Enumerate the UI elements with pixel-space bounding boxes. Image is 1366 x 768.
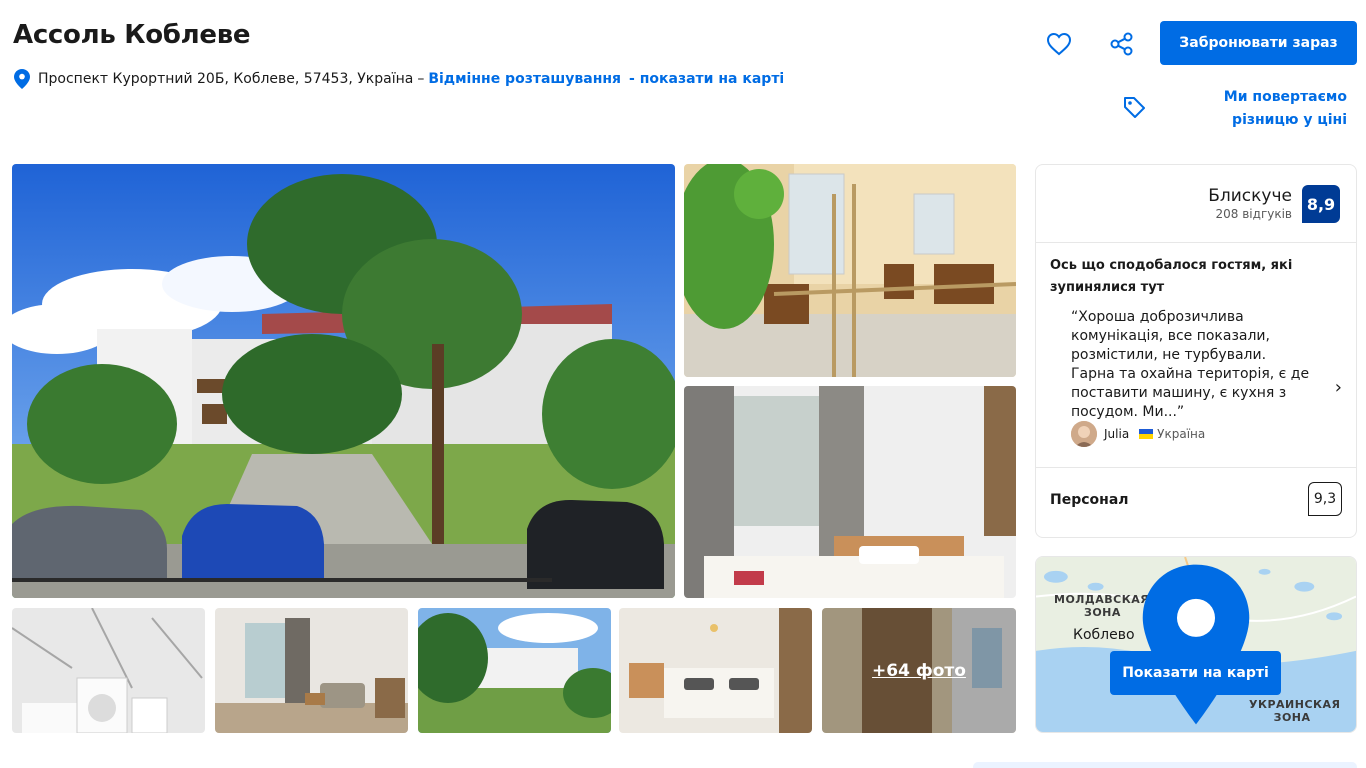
address-dash: – xyxy=(417,71,425,87)
garden-image xyxy=(418,608,611,733)
review-count: 208 відгуків xyxy=(1215,207,1292,221)
share-button[interactable] xyxy=(1102,24,1142,64)
next-review-button[interactable]: › xyxy=(1335,377,1342,398)
terrace-image xyxy=(684,164,1016,377)
reviewer-country: Україна xyxy=(1157,427,1206,441)
location-rating-link[interactable]: Відмінне розташування xyxy=(428,71,621,87)
favorite-button[interactable] xyxy=(1039,24,1079,64)
ukraine-flag-icon xyxy=(1139,429,1154,439)
staff-score: 9,3 xyxy=(1308,482,1342,516)
thumb-twin-room[interactable] xyxy=(619,608,812,733)
score-badge: 8,9 xyxy=(1302,185,1340,223)
hotel-exterior-image xyxy=(12,164,675,598)
thumb-bathroom[interactable] xyxy=(12,608,205,733)
score-label: Блискуче xyxy=(1208,186,1292,206)
reviewer: Julia Україна xyxy=(1071,421,1205,447)
bathroom-image xyxy=(12,608,205,733)
price-match-line-2: різницю у ціні xyxy=(1232,112,1347,128)
avatar xyxy=(1071,421,1097,447)
review-card: Блискуче 208 відгуків 8,9 Ось що сподоба… xyxy=(1035,164,1357,538)
location-pin-icon xyxy=(14,69,30,89)
card-divider xyxy=(1036,467,1356,468)
photo-bedroom[interactable] xyxy=(684,386,1016,598)
show-on-map-button[interactable]: Показати на карті xyxy=(1110,651,1281,695)
reviewer-name: Julia xyxy=(1104,427,1130,441)
review-score-header[interactable]: Блискуче 208 відгуків 8,9 xyxy=(1208,185,1340,223)
staff-label: Персонал xyxy=(1050,492,1129,508)
address-row: Проспект Курортний 20Б, Коблеве, 57453, … xyxy=(14,69,784,89)
thumb-more-photos[interactable]: +64 фото xyxy=(822,608,1016,733)
map-label-ukraine: УКРАИНСКАЯ ЗОНА xyxy=(1249,698,1341,724)
thumb-living-room[interactable] xyxy=(215,608,408,733)
book-now-button[interactable]: Забронювати зараз xyxy=(1160,21,1357,65)
map-label-ukraine-line2: ЗОНА xyxy=(1273,711,1311,724)
price-match-link[interactable]: Ми повертаємо різницю у ціні xyxy=(1180,86,1347,132)
map-card[interactable]: МОЛДАВСКАЯ ЗОНА Коблево Показати на карт… xyxy=(1035,556,1357,733)
main-photo[interactable] xyxy=(12,164,675,598)
bedroom-image xyxy=(684,386,1016,598)
share-icon xyxy=(1110,32,1133,56)
card-divider xyxy=(1036,242,1356,243)
review-quote[interactable]: “Хороша доброзичлива комунікація, все по… xyxy=(1071,308,1311,422)
map-label-ukraine-line1: УКРАИНСКАЯ xyxy=(1249,698,1341,711)
photo-terrace[interactable] xyxy=(684,164,1016,377)
show-on-map-link[interactable]: - показати на карті xyxy=(629,71,784,87)
thumb-garden[interactable] xyxy=(418,608,611,733)
address-text: Проспект Курортний 20Б, Коблеве, 57453, … xyxy=(38,71,414,87)
tag-icon xyxy=(1124,97,1145,118)
heart-icon xyxy=(1046,32,1072,56)
bottom-panel-edge xyxy=(973,762,1357,768)
property-title: Ассоль Коблеве xyxy=(13,20,251,50)
price-match-line-1: Ми повертаємо xyxy=(1223,89,1347,105)
more-photos-link[interactable]: +64 фото xyxy=(822,608,1016,733)
twin-room-image xyxy=(619,608,812,733)
liked-title: Ось що сподобалося гостям, які зупинялис… xyxy=(1050,258,1293,295)
living-room-image xyxy=(215,608,408,733)
